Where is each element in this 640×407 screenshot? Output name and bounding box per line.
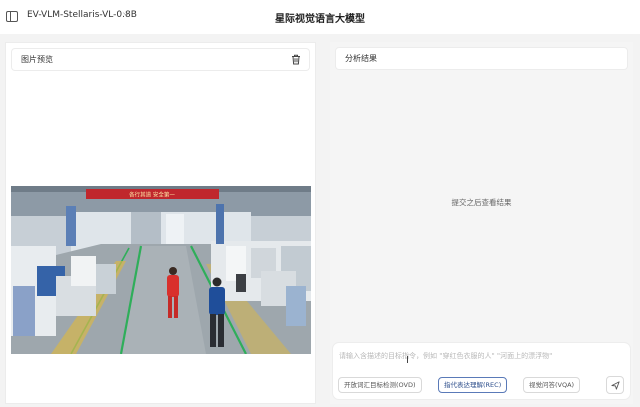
analysis-result-panel: 分析结果 提交之后查看结果 请输入含描述的目标指令，例如 "穿红色衣服的人" "…: [330, 42, 633, 404]
image-preview-header: 图片预览: [12, 49, 309, 70]
factory-floor-image: 各行其道 安全第一: [11, 186, 311, 354]
analysis-result-header: 分析结果: [336, 48, 627, 69]
safety-banner-text: 各行其道 安全第一: [129, 191, 175, 199]
app-title: 星际视觉语言大模型: [275, 14, 365, 25]
task-vqa-button[interactable]: 视觉问答(VQA): [523, 377, 581, 393]
task-ovd-button[interactable]: 开放词汇目标检测(OVD): [338, 377, 422, 393]
prompt-box: 请输入含描述的目标指令，例如 "穿红色衣服的人" "河面上的漂浮物" 开放词汇目…: [333, 343, 630, 399]
text-cursor: [407, 356, 408, 363]
top-bar: EV-VLM-Stellaris-VL-0.8B ⌵ 星际视觉语言大模型: [0, 0, 640, 34]
send-button[interactable]: [606, 376, 624, 394]
prompt-input[interactable]: 请输入含描述的目标指令，例如 "穿红色衣服的人" "河面上的漂浮物": [339, 351, 552, 361]
empty-result-hint: 提交之后查看结果: [451, 198, 512, 207]
image-drop-area[interactable]: 各行其道 安全第一: [7, 75, 314, 403]
task-rec-button[interactable]: 指代表达理解(REC): [438, 377, 508, 393]
send-icon: [611, 381, 620, 390]
trash-icon[interactable]: [291, 54, 301, 65]
image-preview-panel: 图片预览 各行其道 安全第一: [5, 42, 316, 404]
image-preview-title: 图片预览: [21, 55, 53, 64]
analysis-result-title: 分析结果: [345, 54, 377, 63]
